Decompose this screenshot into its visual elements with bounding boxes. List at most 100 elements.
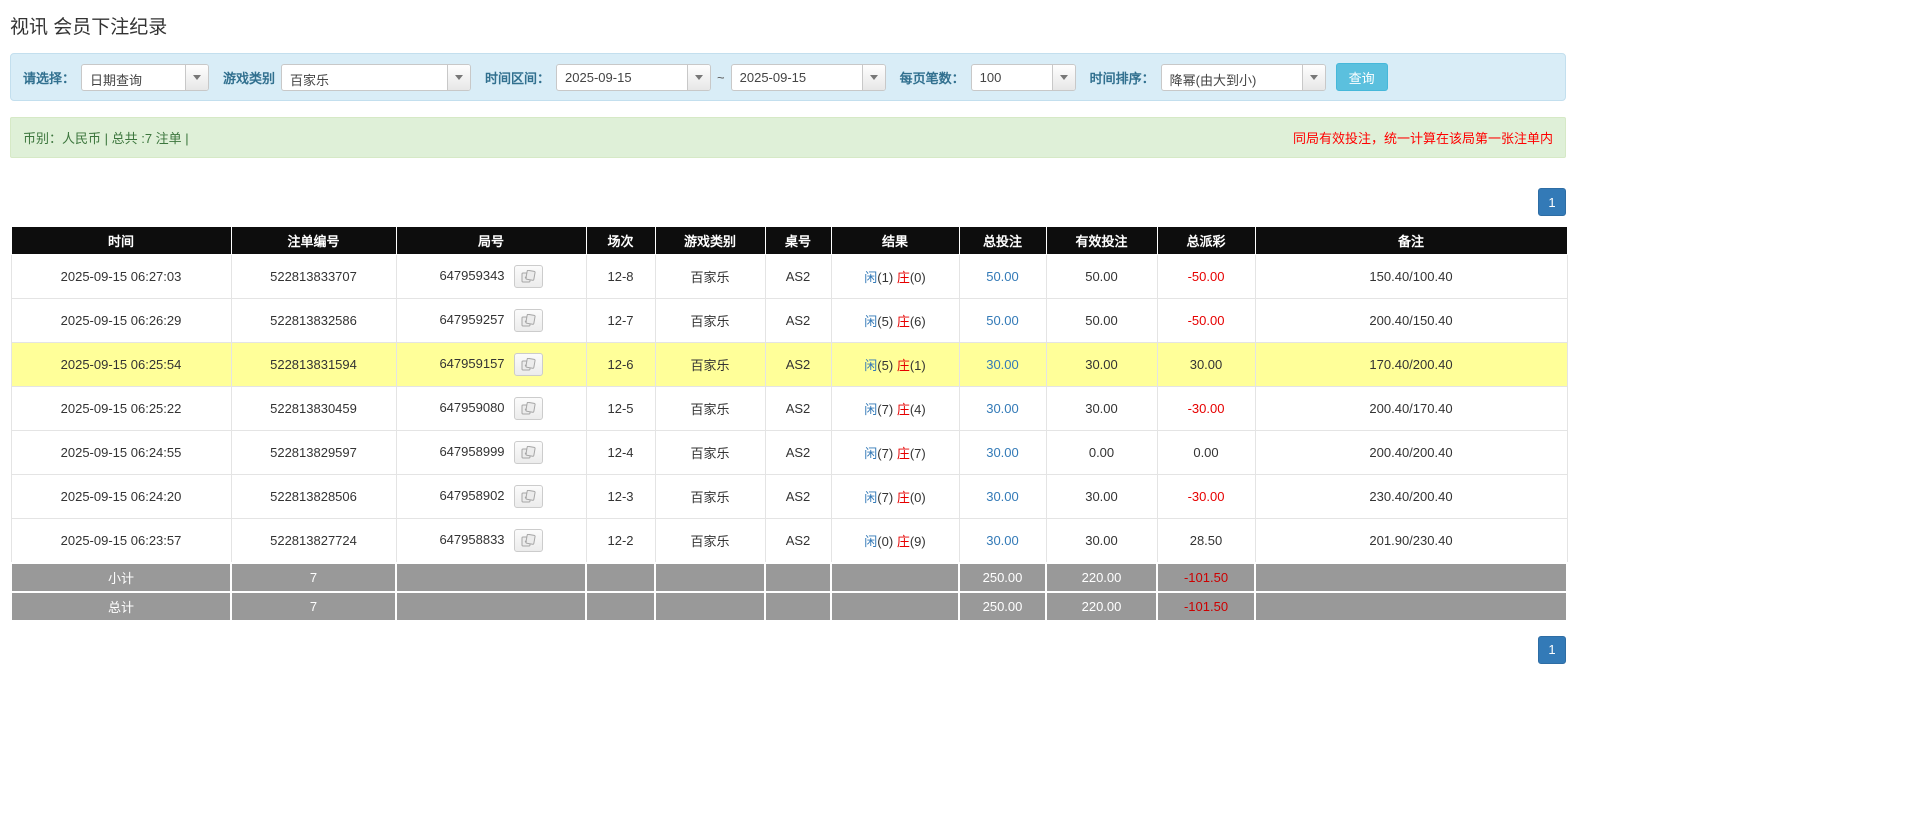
total-bet-link[interactable]: 50.00 (986, 313, 1019, 328)
round-detail-button[interactable] (513, 528, 543, 552)
cell-result: 闲(0) 庄(9) (830, 518, 960, 563)
total-bet-link[interactable]: 50.00 (986, 269, 1019, 284)
footer-empty (654, 590, 766, 622)
round-detail-button[interactable] (513, 485, 543, 508)
footer-empty (830, 590, 960, 622)
total-bet-link[interactable]: 30.00 (986, 533, 1019, 548)
page-button-1[interactable]: 1 (1538, 635, 1566, 664)
cell-result: 闲(5) 庄(1) (830, 342, 960, 387)
chevron-down-icon[interactable] (861, 64, 885, 90)
cell-valid-bet: 30.00 (1045, 518, 1158, 563)
result-player-value: (7) (877, 446, 894, 461)
table-row: 2025-09-15 06:27:03 522813833707 647959343… (10, 254, 1568, 299)
result-banker-value: (6) (909, 314, 926, 329)
table-row: 2025-09-15 06:25:22 522813830459 647959080… (10, 386, 1568, 431)
game-type-value: 百家乐 (290, 72, 330, 88)
query-type-label: 请选择： (23, 70, 76, 86)
cell-result: 闲(7) 庄(4) (830, 386, 960, 431)
cell-game-type: 百家乐 (654, 474, 766, 519)
cards-icon (521, 446, 536, 459)
result-banker-label: 庄 (896, 402, 910, 417)
cell-table-no: AS2 (764, 342, 832, 387)
cell-valid-bet: 50.00 (1045, 298, 1158, 343)
cell-session: 12-4 (585, 430, 656, 475)
result-player-value: (1) (877, 270, 894, 285)
cell-result: 闲(7) 庄(0) (830, 474, 960, 519)
round-detail-button[interactable] (513, 353, 543, 376)
cell-note: 200.40/200.40 (1254, 430, 1568, 475)
result-banker-value: (1) (909, 358, 926, 373)
column-header-4: 游戏类别 (654, 226, 766, 255)
chevron-down-icon[interactable] (447, 64, 471, 90)
footer-valid-bet: 220.00 (1045, 561, 1158, 593)
cell-result: 闲(5) 庄(6) (830, 298, 960, 343)
round-id: 647958999 (439, 443, 505, 459)
result-banker-label: 庄 (896, 270, 910, 285)
total-bet-link[interactable]: 30.00 (986, 401, 1019, 416)
date-to-select[interactable]: 2025-09-15 (730, 63, 886, 91)
column-header-8: 有效投注 (1045, 226, 1158, 255)
column-header-6: 结果 (830, 226, 960, 255)
cell-session: 12-5 (585, 386, 656, 431)
cell-bet-id: 522813831594 (230, 342, 397, 387)
chevron-down-icon[interactable] (1051, 64, 1075, 90)
result-player-value: (7) (877, 490, 894, 505)
result-banker-value: (9) (909, 533, 926, 549)
cell-total-bet: 50.00 (958, 254, 1047, 299)
query-type-select[interactable]: 日期查询 (81, 63, 210, 91)
chevron-down-icon[interactable] (1301, 64, 1325, 90)
time-sort-value: 降幂(由大到小) (1169, 72, 1257, 88)
table-row: 2025-09-15 06:24:55 522813829597 647958999… (10, 430, 1568, 475)
cell-note: 200.40/170.40 (1254, 386, 1568, 431)
cell-game-type: 百家乐 (654, 386, 766, 431)
total-bet-link[interactable]: 30.00 (986, 357, 1019, 372)
cards-icon (521, 314, 536, 327)
round-detail-button[interactable] (513, 265, 543, 288)
total-row: 总计 7 250.00 220.00 -101.50 (10, 590, 1568, 622)
table-row: 2025-09-15 06:23:57 522813827724 647958833… (10, 518, 1568, 563)
column-header-2: 局号 (395, 226, 587, 255)
footer-empty (764, 561, 832, 593)
footer-label: 小计 (10, 561, 232, 593)
date-from-select[interactable]: 2025-09-15 (556, 63, 712, 91)
round-detail-button[interactable] (513, 397, 543, 420)
cell-total-bet: 30.00 (958, 342, 1047, 387)
time-sort-select[interactable]: 降幂(由大到小) (1160, 63, 1326, 91)
search-button[interactable]: 查询 (1335, 63, 1388, 91)
cards-icon (521, 533, 536, 547)
footer-count: 7 (230, 590, 397, 622)
total-bet-link[interactable]: 30.00 (986, 445, 1019, 460)
result-banker-value: (4) (909, 402, 926, 417)
page-button-1[interactable]: 1 (1538, 188, 1566, 216)
time-sort-label: 时间排序： (1089, 70, 1155, 86)
result-banker-label: 庄 (896, 446, 910, 461)
footer-empty (395, 590, 587, 622)
footer-empty (830, 561, 960, 593)
cell-result: 闲(1) 庄(0) (830, 254, 960, 299)
round-detail-button[interactable] (513, 309, 543, 332)
footer-label: 总计 (10, 590, 232, 622)
footer-empty (1254, 561, 1568, 593)
game-type-select[interactable]: 百家乐 (281, 63, 472, 91)
column-header-1: 注单编号 (230, 226, 397, 255)
chevron-down-icon[interactable] (687, 64, 711, 90)
cell-session: 12-2 (585, 518, 656, 563)
page-size-select[interactable]: 100 (970, 63, 1076, 91)
cell-table-no: AS2 (764, 254, 832, 299)
cell-total-bet: 30.00 (958, 430, 1047, 475)
table-row: 2025-09-15 06:25:54 522813831594 647959157… (10, 342, 1568, 387)
result-player-label: 闲 (864, 358, 878, 373)
cell-time: 2025-09-15 06:25:22 (10, 386, 232, 431)
total-bet-link[interactable]: 30.00 (986, 489, 1019, 504)
cell-payout: -50.00 (1156, 298, 1256, 343)
cell-session: 12-7 (585, 298, 656, 343)
chevron-down-icon[interactable] (185, 64, 209, 90)
cards-icon (521, 358, 536, 371)
footer-payout: -101.50 (1156, 590, 1256, 622)
date-range-label: 时间区间： (485, 70, 551, 86)
result-player-label: 闲 (864, 446, 878, 461)
result-player-label: 闲 (864, 314, 878, 329)
round-detail-button[interactable] (513, 441, 543, 464)
footer-empty (1254, 590, 1568, 622)
cell-bet-id: 522813827724 (230, 518, 397, 563)
